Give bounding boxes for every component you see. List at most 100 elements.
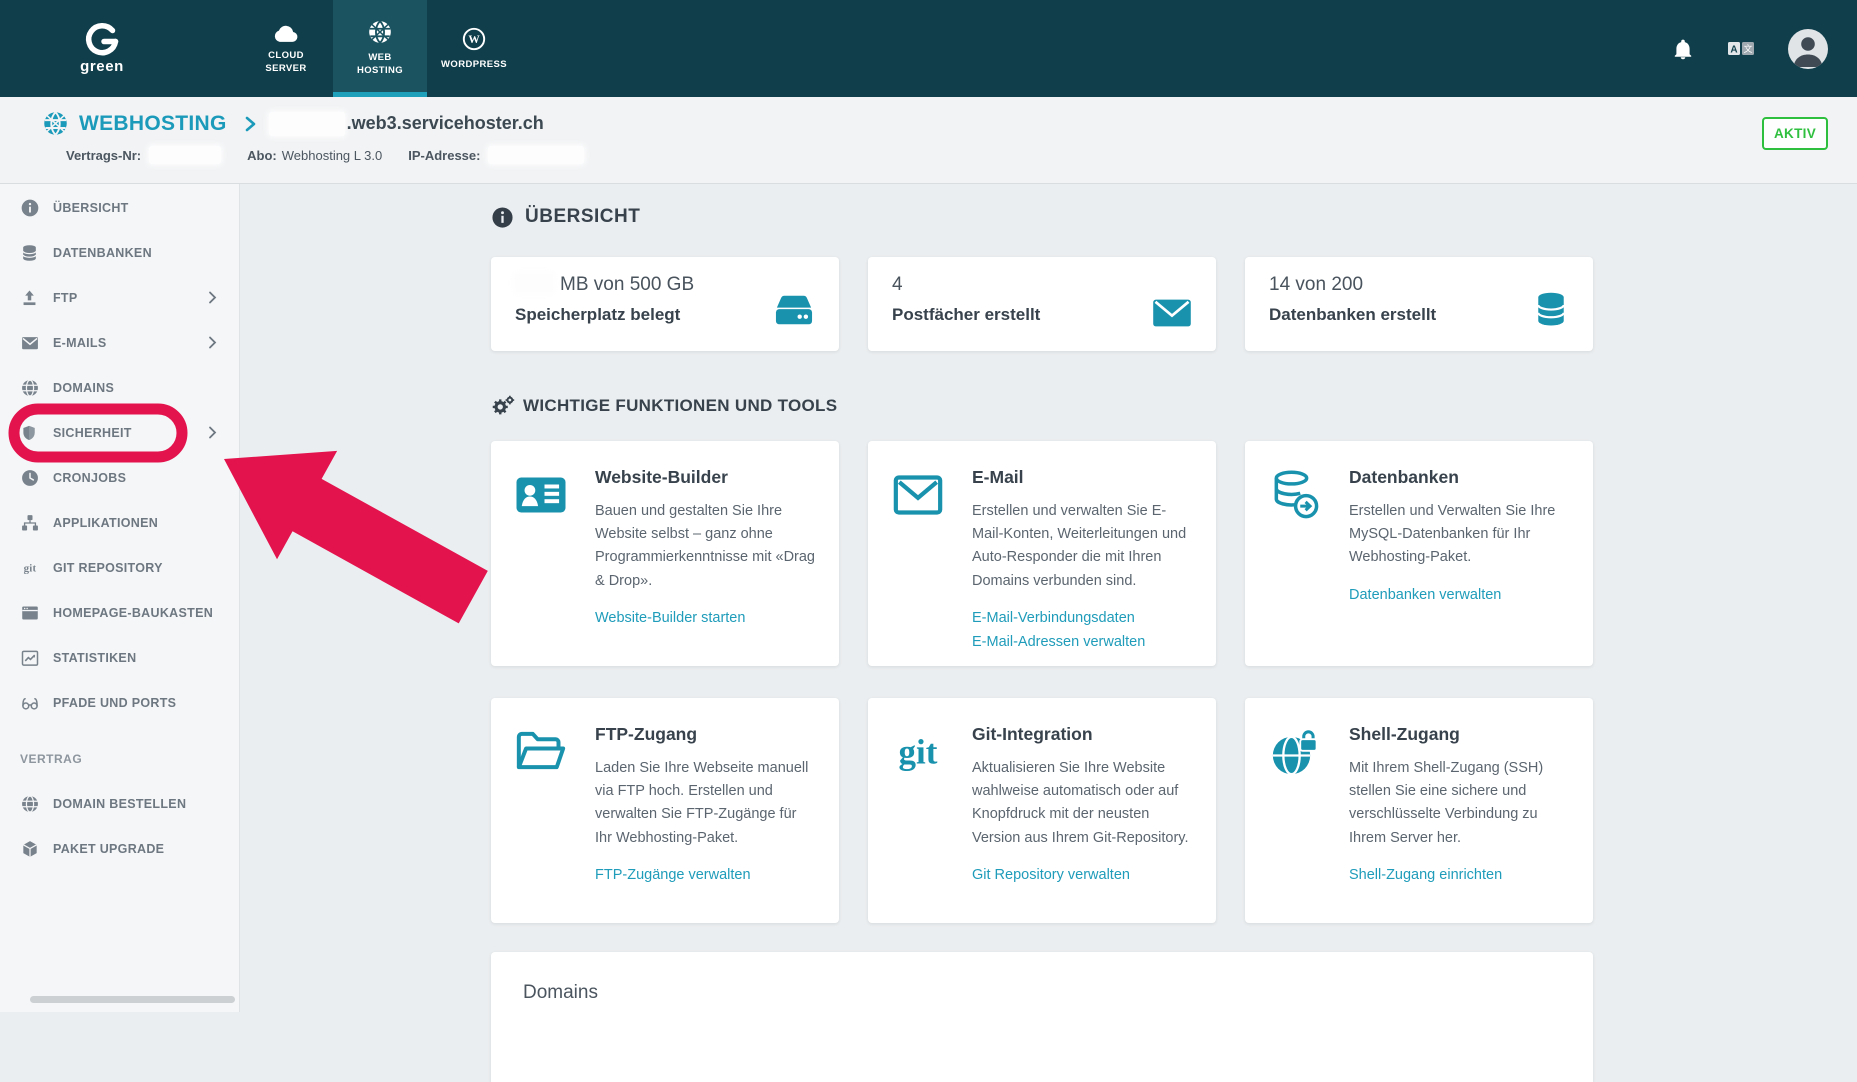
gears-icon — [492, 395, 515, 415]
redacted-domain-prefix — [268, 111, 345, 136]
tool-title: Datenbanken — [1349, 467, 1459, 487]
cloud-icon — [274, 25, 298, 43]
breadcrumb: WEBHOSTING .web3.servicehoster.ch — [42, 110, 544, 137]
email-connection-data-link[interactable]: E-Mail-Verbindungsdaten — [972, 607, 1192, 631]
sidebar-item-sicherheit[interactable]: SICHERHEIT — [0, 410, 239, 455]
mailbox-stat-card: 4 Postfächer erstellt — [868, 257, 1216, 351]
harddisk-icon — [771, 292, 817, 335]
folder-icon — [513, 724, 569, 780]
sidebar-item-git-repository[interactable]: git GIT REPOSITORY — [0, 545, 239, 590]
horizontal-scrollbar-thumb[interactable] — [30, 996, 235, 1003]
tab-web-hosting[interactable]: WEB HOSTING — [333, 0, 427, 97]
info-icon — [492, 206, 513, 228]
tool-title: E-Mail — [972, 467, 1024, 487]
green-logo-icon — [85, 22, 119, 56]
translate-button[interactable]: A 文 — [1725, 37, 1757, 61]
databases-manage-link[interactable]: Datenbanken verwalten — [1349, 584, 1569, 608]
tools-title-text: WICHTIGE FUNKTIONEN UND TOOLS — [523, 396, 838, 415]
upload-icon — [20, 288, 40, 308]
sidebar-item-label: PFADE UND PORTS — [53, 695, 177, 710]
database-stat-card: 14 von 200 Datenbanken erstellt — [1245, 257, 1593, 351]
sidebar-item-statistiken[interactable]: STATISTIKEN — [0, 635, 239, 680]
sidebar-item-applikationen[interactable]: APPLIKATIONEN — [0, 500, 239, 545]
notifications-button[interactable] — [1671, 36, 1695, 62]
sidebar-item-homepage-baukasten[interactable]: HOMEPAGE-BAUKASTEN — [0, 590, 239, 635]
shell-access-setup-link[interactable]: Shell-Zugang einrichten — [1349, 864, 1569, 888]
sidebar-item-domain-bestellen[interactable]: DOMAIN BESTELLEN — [0, 781, 239, 826]
sidebar-item-domains[interactable]: DOMAINS — [0, 365, 239, 410]
sidebar-item-emails[interactable]: E-MAILS — [0, 320, 239, 365]
ip-address-label: IP-Adresse: — [408, 147, 481, 163]
sidebar-item-datenbanken[interactable]: DATENBANKEN — [0, 230, 239, 275]
domains-title: Domains — [523, 982, 598, 1003]
sidebar-item-label: APPLIKATIONEN — [53, 515, 159, 530]
notifications-icon — [1674, 39, 1692, 59]
svg-text:git: git — [24, 562, 37, 574]
sidebar-item-label: DOMAIN BESTELLEN — [53, 796, 187, 811]
website-builder-start-link[interactable]: Website-Builder starten — [595, 607, 815, 631]
database-label: Datenbanken erstellt — [1269, 305, 1437, 324]
tab-wordpress[interactable]: W WORDPRESS — [427, 0, 521, 97]
domains-card: Domains — [491, 952, 1593, 1082]
sidebar-section-vertrag: VERTRAG — [20, 751, 83, 766]
svg-text:文: 文 — [1743, 43, 1752, 54]
info-icon — [20, 198, 40, 218]
envelope-icon — [20, 333, 40, 353]
svg-text:A: A — [1730, 44, 1737, 55]
breadcrumb-root-link[interactable]: WEBHOSTING — [79, 112, 227, 136]
svg-text:git: git — [899, 733, 938, 772]
brand-logo[interactable]: green — [62, 0, 142, 97]
shell-card: Shell-Zugang Mit Ihrem Shell-Zugang (SSH… — [1245, 698, 1593, 923]
svg-text:W: W — [468, 34, 480, 46]
contract-number-label: Vertrags-Nr: — [66, 147, 142, 163]
storage-value: MB von 500 GB — [515, 274, 815, 296]
chevron-right-icon — [208, 291, 217, 307]
tab-label: WORDPRESS — [441, 58, 507, 70]
brand-name: green — [80, 58, 124, 75]
website-builder-card: Website-Builder Bauen und gestalten Sie … — [491, 441, 839, 666]
storage-stat-card: MB von 500 GB Speicherplatz belegt — [491, 257, 839, 351]
git-card: git Git-Integration Aktualisieren Sie Ih… — [868, 698, 1216, 923]
sidebar-item-ftp[interactable]: FTP — [0, 275, 239, 320]
sidebar-item-label: E-MAILS — [53, 335, 107, 350]
sidebar-item-uebersicht[interactable]: ÜBERSICHT — [0, 185, 239, 230]
sidebar-item-cronjobs[interactable]: CRONJOBS — [0, 455, 239, 500]
sidebar-item-pfade-und-ports[interactable]: PFADE UND PORTS — [0, 680, 239, 725]
tab-label: CLOUD SERVER — [265, 50, 307, 74]
top-navigation: green CLOUD SERVER WEB HOSTING W WORDPRE… — [0, 0, 1857, 97]
sidebar-item-label: FTP — [53, 290, 78, 305]
account-button[interactable] — [1787, 28, 1829, 70]
subscription-label: Abo: — [247, 147, 277, 163]
sidebar-item-label: CRONJOBS — [53, 470, 127, 485]
git-repository-manage-link[interactable]: Git Repository verwalten — [972, 864, 1192, 888]
page-title-text: ÜBERSICHT — [525, 206, 641, 227]
email-card: E-Mail Erstellen und verwalten Sie E-Mai… — [868, 441, 1216, 666]
storage-label: Speicherplatz belegt — [515, 305, 681, 324]
tool-title: Website-Builder — [595, 467, 728, 487]
globe-lock-icon — [1267, 724, 1323, 780]
shield-icon — [20, 423, 40, 443]
tool-title: Git-Integration — [972, 724, 1093, 744]
database-value: 14 von 200 — [1269, 274, 1364, 295]
tab-cloud-server[interactable]: CLOUD SERVER — [239, 0, 333, 97]
redacted-ip-address — [488, 146, 585, 164]
account-icon — [1788, 28, 1828, 69]
databases-card: Datenbanken Erstellen und Verwalten Sie … — [1245, 441, 1593, 666]
nav-actions: A 文 — [1671, 0, 1857, 97]
ftp-accounts-manage-link[interactable]: FTP-Zugänge verwalten — [595, 864, 815, 888]
domain-suffix: .web3.servicehoster.ch — [346, 113, 544, 133]
redacted-contract-number — [149, 146, 222, 164]
package-icon — [20, 839, 40, 859]
ftp-card: FTP-Zugang Laden Sie Ihre Webseite manue… — [491, 698, 839, 923]
chart-icon — [20, 648, 40, 668]
tool-description: Mit Ihrem Shell-Zugang (SSH) stellen Sie… — [1349, 760, 1544, 846]
tools-grid: Website-Builder Bauen und gestalten Sie … — [491, 441, 1593, 923]
sidebar-item-label: HOMEPAGE-BAUKASTEN — [53, 605, 214, 620]
glasses-icon — [20, 693, 40, 713]
sidebar-item-paket-upgrade[interactable]: PAKET UPGRADE — [0, 826, 239, 871]
contract-meta: Vertrags-Nr: Abo: Webhosting L 3.0 IP-Ad… — [66, 146, 585, 164]
email-addresses-manage-link[interactable]: E-Mail-Adressen verwalten — [972, 631, 1192, 655]
sidebar-item-label: PAKET UPGRADE — [53, 841, 165, 856]
sidebar-item-label: GIT REPOSITORY — [53, 560, 163, 575]
idcard-icon — [513, 467, 569, 523]
